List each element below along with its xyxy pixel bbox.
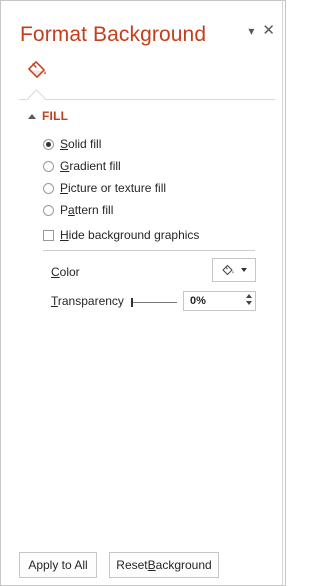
pane-title: Format Background — [20, 23, 207, 46]
reset-background-button[interactable]: Reset Background — [109, 552, 219, 578]
slider-thumb[interactable] — [131, 298, 133, 307]
fill-bucket-icon — [28, 61, 46, 78]
gradient-fill-label: Gradient fill — [60, 159, 121, 173]
picture-texture-fill-radio[interactable] — [43, 182, 54, 194]
picture-texture-fill-option[interactable]: Picture or texture fill — [43, 181, 166, 195]
hide-background-graphics-option[interactable]: Hide background graphics — [43, 228, 199, 242]
slider-track — [131, 302, 177, 303]
gradient-fill-option[interactable]: Gradient fill — [43, 159, 121, 173]
spin-down-icon[interactable] — [246, 301, 252, 305]
fill-section-label: FILL — [42, 109, 69, 123]
pattern-fill-radio[interactable] — [43, 204, 54, 216]
close-icon[interactable]: ✕ — [262, 23, 275, 38]
apply-to-all-button[interactable]: Apply to All — [19, 552, 97, 578]
pattern-fill-option[interactable]: Pattern fill — [43, 203, 113, 217]
hide-background-graphics-checkbox[interactable] — [43, 229, 54, 241]
color-label: Color — [51, 265, 80, 279]
transparency-spinner[interactable]: 0% — [183, 291, 256, 311]
transparency-slider[interactable] — [131, 298, 177, 307]
solid-fill-option[interactable]: Solid fill — [43, 137, 101, 151]
format-background-pane: Format Background ▾ ✕ FILL Solid fill Gr… — [0, 0, 286, 586]
tab-separator — [19, 99, 275, 100]
tab-pointer — [27, 89, 46, 108]
hide-background-graphics-label: Hide background graphics — [60, 228, 200, 242]
transparency-value[interactable]: 0% — [190, 295, 206, 307]
transparency-label: Transparency — [51, 294, 124, 308]
chevron-down-icon — [241, 268, 247, 272]
section-divider — [43, 250, 255, 251]
solid-fill-radio[interactable] — [43, 138, 54, 150]
gradient-fill-radio[interactable] — [43, 160, 54, 172]
picture-texture-fill-label: Picture or texture fill — [60, 181, 167, 195]
color-picker-button[interactable] — [212, 258, 256, 282]
pattern-fill-label: Pattern fill — [60, 203, 114, 217]
fill-bucket-icon — [222, 264, 234, 276]
window-edge — [282, 0, 283, 586]
fill-tab[interactable] — [25, 58, 49, 82]
pane-controls: ▾ ✕ — [248, 23, 275, 38]
spin-up-icon[interactable] — [246, 294, 252, 298]
solid-fill-label: Solid fill — [60, 137, 102, 151]
task-pane-options-icon[interactable]: ▾ — [248, 25, 254, 37]
spinner-arrows — [246, 294, 252, 305]
fill-section-header[interactable]: FILL — [28, 109, 68, 123]
collapse-triangle-icon — [28, 113, 36, 119]
